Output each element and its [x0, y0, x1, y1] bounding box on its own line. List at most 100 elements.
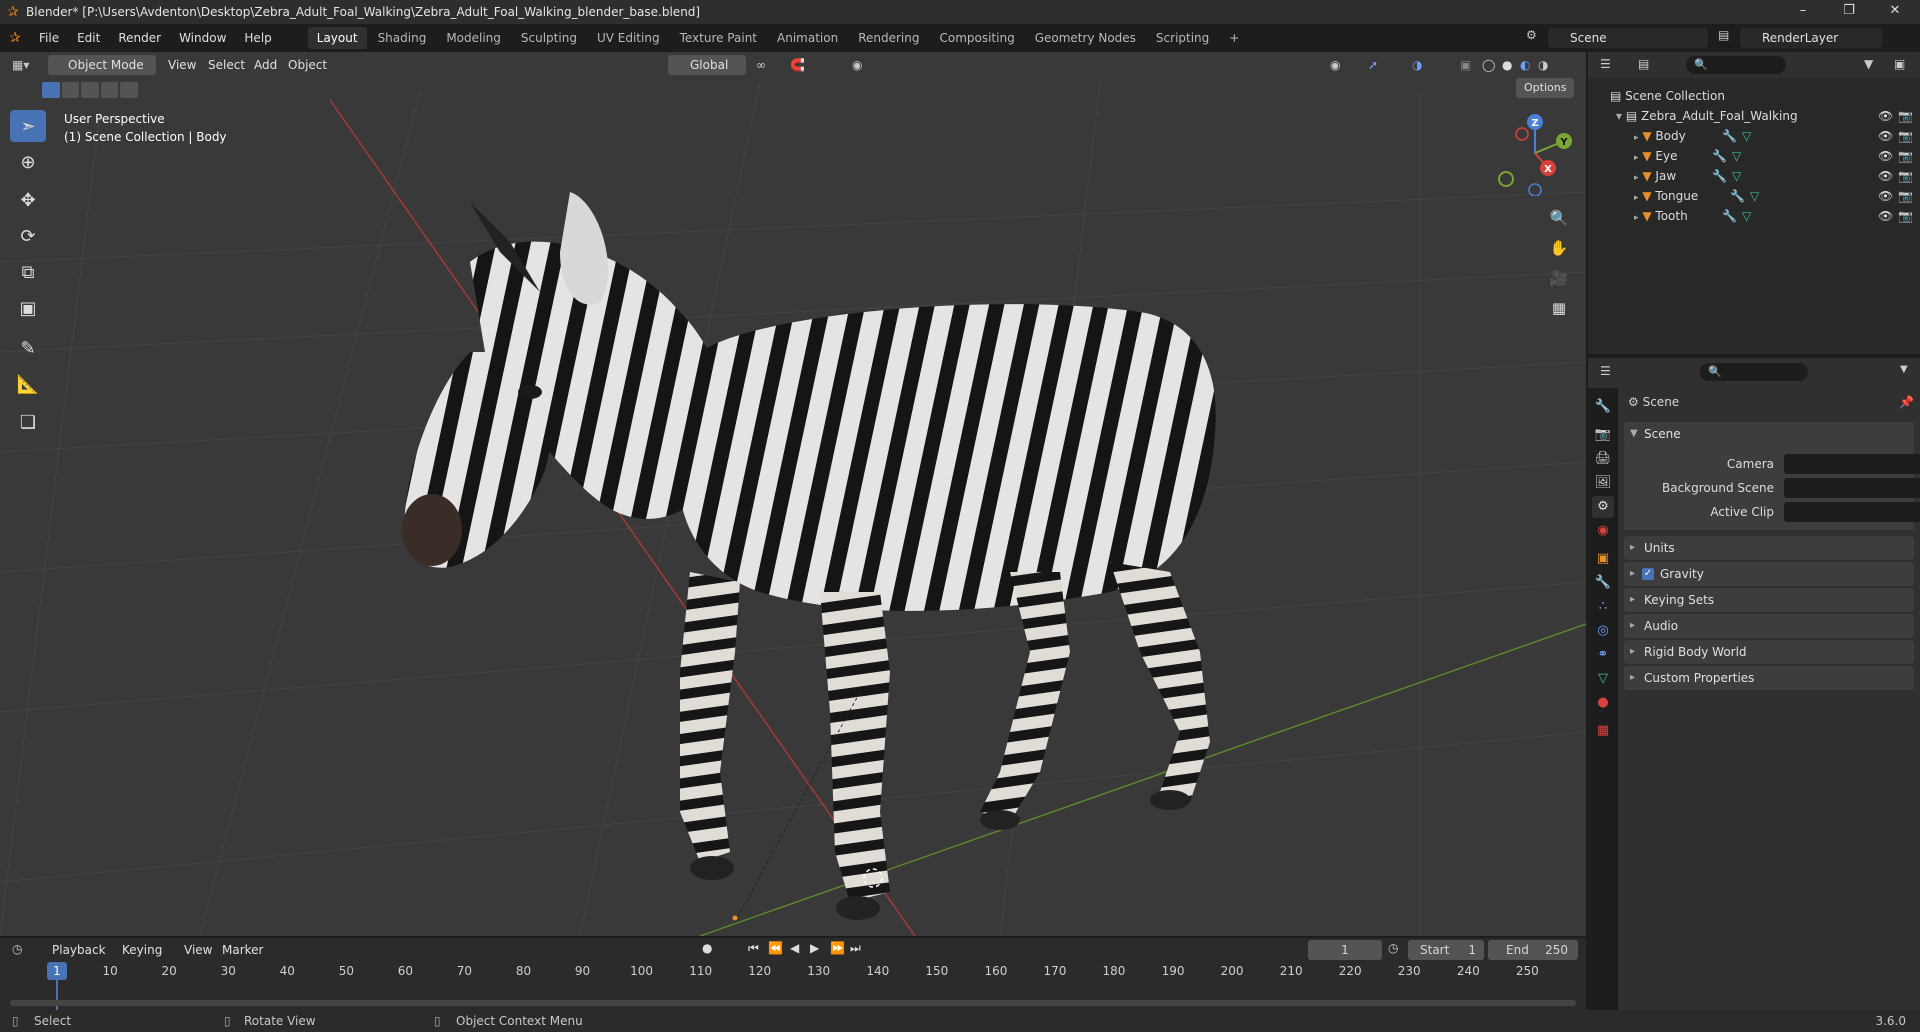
prev-keyframe-icon[interactable]: ⏪: [768, 941, 783, 955]
data-tab-icon[interactable]: ▽: [1592, 668, 1614, 690]
view-layer-tab-icon[interactable]: 🖼: [1592, 472, 1614, 494]
outliner-object-row[interactable]: ▸ ▼ Tooth 🔧 ▽ 👁 📷: [1588, 206, 1920, 226]
zoom-icon[interactable]: 🔍: [1545, 204, 1573, 232]
render-camera-icon[interactable]: 📷: [1898, 126, 1913, 146]
scene-tab-icon[interactable]: ⚙: [1592, 496, 1614, 518]
3d-viewport[interactable]: ▦▾ Object Mode View Select Add Object Gl…: [0, 52, 1586, 936]
play-icon[interactable]: ▶: [810, 941, 819, 955]
gravity-panel[interactable]: ▸ ✓ Gravity: [1624, 562, 1914, 586]
outliner-editor-icon[interactable]: ☰: [1600, 57, 1611, 71]
gizmo-toggle-icon[interactable]: ➚: [1368, 55, 1378, 75]
tool-tab-icon[interactable]: 🔧: [1592, 396, 1614, 418]
pan-hand-icon[interactable]: ✋: [1545, 234, 1573, 262]
render-camera-icon[interactable]: 📷: [1898, 206, 1913, 226]
start-frame-field[interactable]: Start 1: [1408, 940, 1484, 960]
rigid-body-world-panel[interactable]: ▸ Rigid Body World: [1624, 640, 1914, 664]
select-extend-icon[interactable]: [61, 82, 80, 98]
perspective-toggle-icon[interactable]: ▦: [1545, 294, 1573, 322]
select-invert-icon[interactable]: [100, 82, 119, 98]
playhead-frame-label[interactable]: 1: [47, 962, 67, 980]
tab-texture-paint[interactable]: Texture Paint: [671, 27, 766, 49]
menu-select[interactable]: Select: [208, 55, 245, 75]
menu-window[interactable]: Window: [170, 24, 235, 52]
transform-tool[interactable]: ▣: [10, 292, 46, 324]
material-tab-icon[interactable]: ●: [1592, 692, 1614, 714]
expand-arrow-icon[interactable]: ▸: [1634, 153, 1639, 163]
select-box-tool[interactable]: ➣: [10, 110, 46, 142]
modifier-wrench-icon[interactable]: 🔧: [1730, 186, 1745, 206]
play-reverse-icon[interactable]: ◀: [790, 941, 799, 955]
render-camera-icon[interactable]: 📷: [1898, 146, 1913, 166]
blender-menu-icon[interactable]: ✰: [0, 30, 30, 46]
overlay-toggle-icon[interactable]: ◑: [1412, 55, 1422, 75]
jump-end-icon[interactable]: ⏭: [850, 941, 861, 956]
menu-add[interactable]: Add: [254, 55, 277, 75]
wireframe-shading-icon[interactable]: ◯: [1482, 55, 1495, 75]
particles-tab-icon[interactable]: ∴: [1592, 596, 1614, 618]
constraints-tab-icon[interactable]: ⚭: [1592, 644, 1614, 666]
render-layer-field[interactable]: RenderLayer: [1740, 28, 1882, 48]
menu-keying[interactable]: Keying: [122, 940, 162, 960]
timeline-editor-icon[interactable]: ◷: [12, 942, 22, 956]
custom-properties-panel[interactable]: ▸ Custom Properties: [1624, 666, 1914, 690]
mode-dropdown[interactable]: Object Mode: [48, 55, 156, 75]
eye-icon[interactable]: 👁: [1878, 146, 1893, 166]
world-tab-icon[interactable]: ◉: [1592, 520, 1614, 542]
tab-animation[interactable]: Animation: [768, 27, 847, 49]
camera-view-icon[interactable]: 🎥: [1545, 264, 1573, 292]
outliner-collection-row[interactable]: ▾ ▤ Zebra_Adult_Foal_Walking 👁 📷: [1588, 106, 1920, 126]
outliner-object-row[interactable]: ▸ ▼ Tongue 🔧 ▽ 👁 📷: [1588, 186, 1920, 206]
menu-edit[interactable]: Edit: [68, 24, 109, 52]
gravity-checkbox[interactable]: ✓: [1642, 568, 1654, 580]
modifier-tab-icon[interactable]: 🔧: [1592, 572, 1614, 594]
new-collection-icon[interactable]: ▣: [1894, 57, 1905, 71]
expand-arrow-icon[interactable]: ▸: [1634, 133, 1639, 143]
active-clip-field[interactable]: [1784, 502, 1920, 522]
render-tab-icon[interactable]: 📷: [1592, 424, 1614, 446]
eye-icon[interactable]: 👁: [1878, 186, 1893, 206]
object-tab-icon[interactable]: ▣: [1592, 548, 1614, 570]
tab-layout[interactable]: Layout: [307, 27, 367, 49]
units-panel[interactable]: ▸ Units: [1624, 536, 1914, 560]
tab-scripting[interactable]: Scripting: [1147, 27, 1218, 49]
mesh-data-icon[interactable]: ▽: [1742, 126, 1751, 146]
snap-icon[interactable]: 🧲: [790, 55, 805, 75]
display-mode-icon[interactable]: ▤: [1638, 57, 1649, 71]
visibility-icon[interactable]: ◉: [1330, 55, 1340, 75]
tab-shading[interactable]: Shading: [369, 27, 436, 49]
move-tool[interactable]: ✥: [10, 184, 46, 216]
options-button[interactable]: Options: [1516, 78, 1575, 98]
pivot-icon[interactable]: ∞: [756, 55, 766, 75]
editor-type-icon[interactable]: ▦▾: [12, 55, 29, 75]
render-layer-icon[interactable]: ▤: [1718, 28, 1729, 42]
menu-playback[interactable]: Playback: [52, 940, 106, 960]
outliner-search-input[interactable]: 🔍: [1686, 56, 1786, 74]
render-camera-icon[interactable]: 📷: [1898, 106, 1913, 126]
maximize-button[interactable]: ❐: [1826, 0, 1872, 24]
expand-arrow-icon[interactable]: ▸: [1634, 193, 1639, 203]
output-tab-icon[interactable]: 🖨: [1592, 448, 1614, 470]
tab-uv-editing[interactable]: UV Editing: [588, 27, 669, 49]
texture-tab-icon[interactable]: ▦: [1592, 720, 1614, 742]
menu-help[interactable]: Help: [235, 24, 280, 52]
select-new-icon[interactable]: [42, 82, 60, 98]
modifier-wrench-icon[interactable]: 🔧: [1712, 146, 1727, 166]
outliner-scene-collection[interactable]: ▤ Scene Collection: [1588, 86, 1920, 106]
menu-object[interactable]: Object: [288, 55, 327, 75]
properties-search-input[interactable]: 🔍: [1700, 363, 1808, 381]
minimize-button[interactable]: –: [1780, 0, 1826, 24]
scene-field[interactable]: Scene: [1548, 28, 1708, 48]
scale-tool[interactable]: ⧉: [10, 256, 46, 288]
menu-view[interactable]: View: [168, 55, 196, 75]
end-frame-field[interactable]: End 250: [1488, 940, 1578, 960]
tab-sculpting[interactable]: Sculpting: [512, 27, 586, 49]
close-button[interactable]: ✕: [1872, 0, 1918, 24]
mesh-data-icon[interactable]: ▽: [1742, 206, 1751, 226]
physics-tab-icon[interactable]: ◎: [1592, 620, 1614, 642]
mesh-data-icon[interactable]: ▽: [1750, 186, 1759, 206]
scene-section-header[interactable]: ▼ Scene: [1624, 422, 1914, 446]
render-camera-icon[interactable]: 📷: [1898, 166, 1913, 186]
xray-icon[interactable]: ▣: [1460, 55, 1471, 75]
menu-file[interactable]: File: [30, 24, 68, 52]
filter-icon[interactable]: ▼: [1864, 57, 1873, 71]
